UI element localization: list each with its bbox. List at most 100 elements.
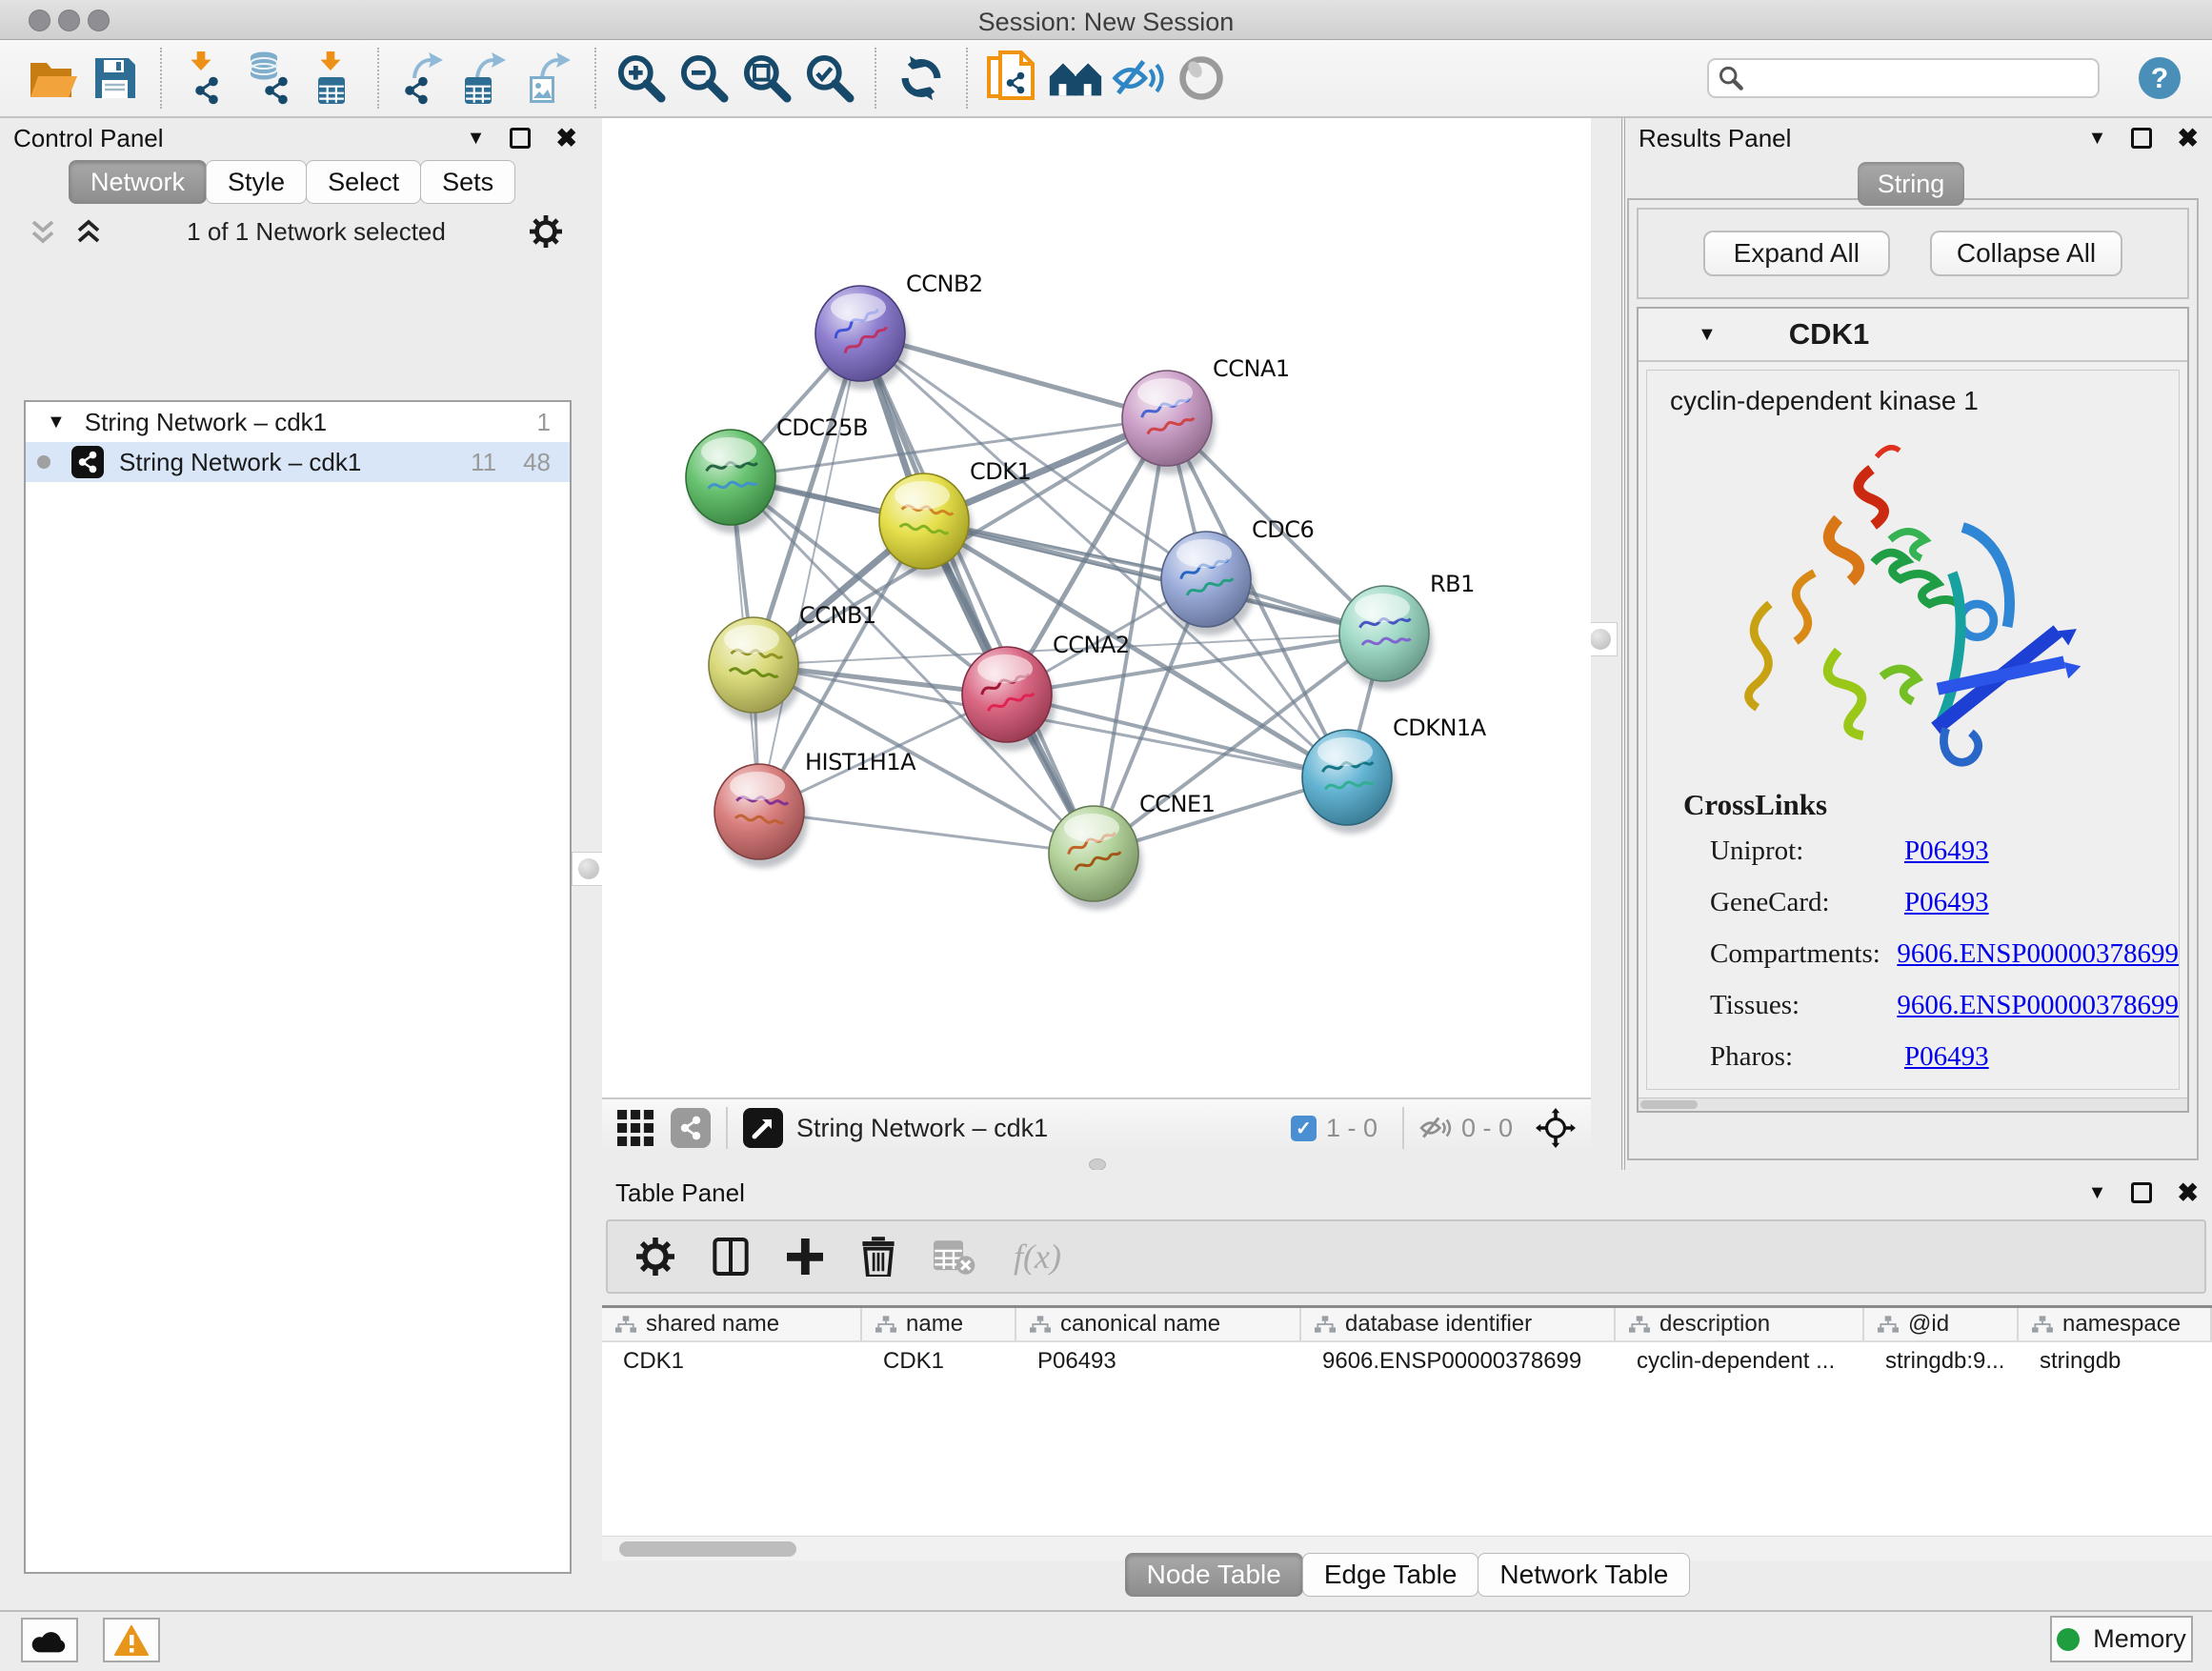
collapse-all-networks-icon[interactable] — [29, 217, 57, 246]
results-horizontal-scrollbar[interactable] — [1639, 1097, 2187, 1111]
results-panel-collapse-icon[interactable]: ▼ — [2088, 128, 2107, 150]
table-panel-close-icon[interactable]: ✖ — [2177, 1178, 2199, 1208]
network-options-gear-icon[interactable] — [530, 215, 562, 248]
cloud-button[interactable] — [21, 1618, 78, 1662]
search-input[interactable] — [1743, 65, 2088, 91]
search-box[interactable] — [1707, 58, 2100, 98]
results-panel-float-icon[interactable] — [2131, 128, 2152, 149]
string-home-icon[interactable] — [1049, 50, 1102, 106]
table-options-gear-icon[interactable] — [636, 1238, 674, 1276]
network-node-RB1[interactable] — [1339, 586, 1433, 690]
network-node-CCNE1[interactable] — [1049, 806, 1142, 910]
expand-all-button[interactable]: Expand All — [1703, 231, 1890, 276]
column-header-canonical-name[interactable]: canonical name — [1016, 1308, 1301, 1340]
table-cell[interactable]: CDK1 — [602, 1348, 862, 1375]
refresh-icon[interactable] — [895, 50, 948, 106]
import-table-icon[interactable] — [306, 50, 359, 106]
table-header-row: shared namenamecanonical namedatabase id… — [602, 1308, 2212, 1342]
network-node-CCNB2[interactable] — [815, 286, 909, 390]
network-icon — [71, 446, 104, 478]
control-panel-float-icon[interactable] — [510, 128, 531, 149]
table-cell[interactable]: cyclin-dependent ... — [1616, 1348, 1864, 1375]
export-image-icon[interactable] — [523, 50, 576, 106]
hidden-eyeslash-icon[interactable] — [1419, 1115, 1452, 1141]
import-network-database-icon[interactable] — [243, 50, 296, 106]
column-header-name[interactable]: name — [862, 1308, 1016, 1340]
help-icon[interactable]: ? — [2133, 50, 2186, 106]
network-node-HIST1H1A[interactable] — [714, 764, 808, 868]
column-header--id[interactable]: @id — [1864, 1308, 2019, 1340]
tab-network-table[interactable]: Network Table — [1478, 1553, 1690, 1597]
birds-eye-view-icon[interactable] — [743, 1108, 783, 1148]
zoom-selected-icon[interactable] — [803, 50, 856, 106]
tab-node-table[interactable]: Node Table — [1125, 1553, 1303, 1597]
save-session-icon[interactable] — [89, 50, 142, 106]
network-canvas[interactable]: CCNB2CCNA1CDC25BCDK1CDC6RB1CCNB1CCNA2CDK… — [602, 118, 1591, 1097]
table-cell[interactable]: CDK1 — [862, 1348, 1016, 1375]
expand-all-networks-icon[interactable] — [74, 217, 103, 246]
import-network-file-icon[interactable] — [180, 50, 233, 106]
node-label-CCNE1: CCNE1 — [1139, 791, 1215, 817]
export-table-icon[interactable] — [460, 50, 513, 106]
crosslink-link[interactable]: P06493 — [1904, 1041, 1989, 1073]
tab-style[interactable]: Style — [206, 160, 307, 204]
results-panel: Results Panel ▼ ✖ String Expand All Coll… — [1625, 118, 2212, 1170]
memory-button[interactable]: Memory — [2050, 1616, 2193, 1662]
show-columns-icon[interactable] — [713, 1238, 749, 1276]
tab-sets[interactable]: Sets — [420, 160, 515, 204]
crosslink-link[interactable]: P06493 — [1904, 887, 1989, 918]
crosslink-label: GeneCard: — [1683, 887, 1904, 918]
tab-string[interactable]: String — [1858, 162, 1964, 206]
column-header-description[interactable]: description — [1616, 1308, 1864, 1340]
tab-edge-table[interactable]: Edge Table — [1302, 1553, 1479, 1597]
protein-collapse-icon[interactable]: ▼ — [1698, 324, 1717, 346]
fit-selected-crosshair-icon[interactable] — [1536, 1108, 1576, 1148]
add-column-icon[interactable] — [787, 1238, 823, 1275]
share-document-icon[interactable] — [986, 50, 1039, 106]
network-row-selected[interactable]: String Network – cdk1 11 48 — [26, 442, 570, 482]
warning-button[interactable] — [103, 1618, 160, 1662]
collection-expand-icon[interactable]: ▼ — [47, 412, 66, 433]
column-header-database-identifier[interactable]: database identifier — [1301, 1308, 1616, 1340]
table-panel-float-icon[interactable] — [2131, 1182, 2152, 1203]
zoom-fit-icon[interactable] — [740, 50, 794, 106]
network-share-view-icon[interactable] — [671, 1108, 711, 1148]
crosslink-link[interactable]: 9606.ENSP00000378699 — [1897, 938, 2179, 970]
tab-select[interactable]: Select — [306, 160, 421, 204]
main-toolbar: ? — [0, 40, 2212, 118]
table-cell[interactable]: stringdb:9... — [1864, 1348, 2019, 1375]
control-panel-close-icon[interactable]: ✖ — [555, 124, 577, 153]
export-network-icon[interactable] — [397, 50, 451, 106]
grid-view-icon[interactable] — [617, 1110, 654, 1146]
crosslink-link[interactable]: P06493 — [1904, 836, 1989, 867]
horizontal-splitter[interactable] — [602, 1157, 1591, 1170]
column-header-namespace[interactable]: namespace — [2019, 1308, 2212, 1340]
network-label: String Network – cdk1 — [119, 448, 361, 477]
table-cell[interactable]: P06493 — [1016, 1348, 1301, 1375]
results-panel-close-icon[interactable]: ✖ — [2177, 124, 2199, 153]
network-node-CCNA2[interactable] — [962, 647, 1056, 751]
network-node-CDKN1A[interactable] — [1302, 730, 1396, 834]
collapse-all-button[interactable]: Collapse All — [1930, 231, 2122, 276]
selected-checkbox-icon[interactable]: ✓ — [1291, 1116, 1317, 1141]
network-collection-row[interactable]: ▼ String Network – cdk1 1 — [26, 402, 570, 442]
left-splitter-handle[interactable] — [572, 852, 606, 886]
network-node-CCNA1[interactable] — [1122, 371, 1216, 474]
hide-unhide-icon[interactable] — [1112, 50, 1165, 106]
network-node-CDK1[interactable] — [879, 473, 973, 577]
column-header-shared-name[interactable]: shared name — [602, 1308, 862, 1340]
tab-network[interactable]: Network — [69, 160, 207, 204]
eye-icon[interactable] — [1175, 50, 1228, 106]
table-cell[interactable]: stringdb — [2019, 1348, 2212, 1375]
crosslink-link[interactable]: 9606.ENSP00000378699 — [1897, 990, 2179, 1021]
open-session-icon[interactable] — [26, 50, 79, 106]
zoom-in-icon[interactable] — [614, 50, 668, 106]
table-cell[interactable]: 9606.ENSP00000378699 — [1301, 1348, 1616, 1375]
table-panel-collapse-icon[interactable]: ▼ — [2088, 1182, 2107, 1204]
network-edges[interactable] — [731, 333, 1384, 854]
zoom-out-icon[interactable] — [677, 50, 731, 106]
network-node-CDC25B[interactable] — [686, 430, 779, 534]
control-panel-collapse-icon[interactable]: ▼ — [467, 128, 486, 150]
table-row[interactable]: CDK1CDK1P064939606.ENSP00000378699cyclin… — [602, 1342, 2212, 1380]
delete-column-icon[interactable] — [861, 1237, 895, 1277]
